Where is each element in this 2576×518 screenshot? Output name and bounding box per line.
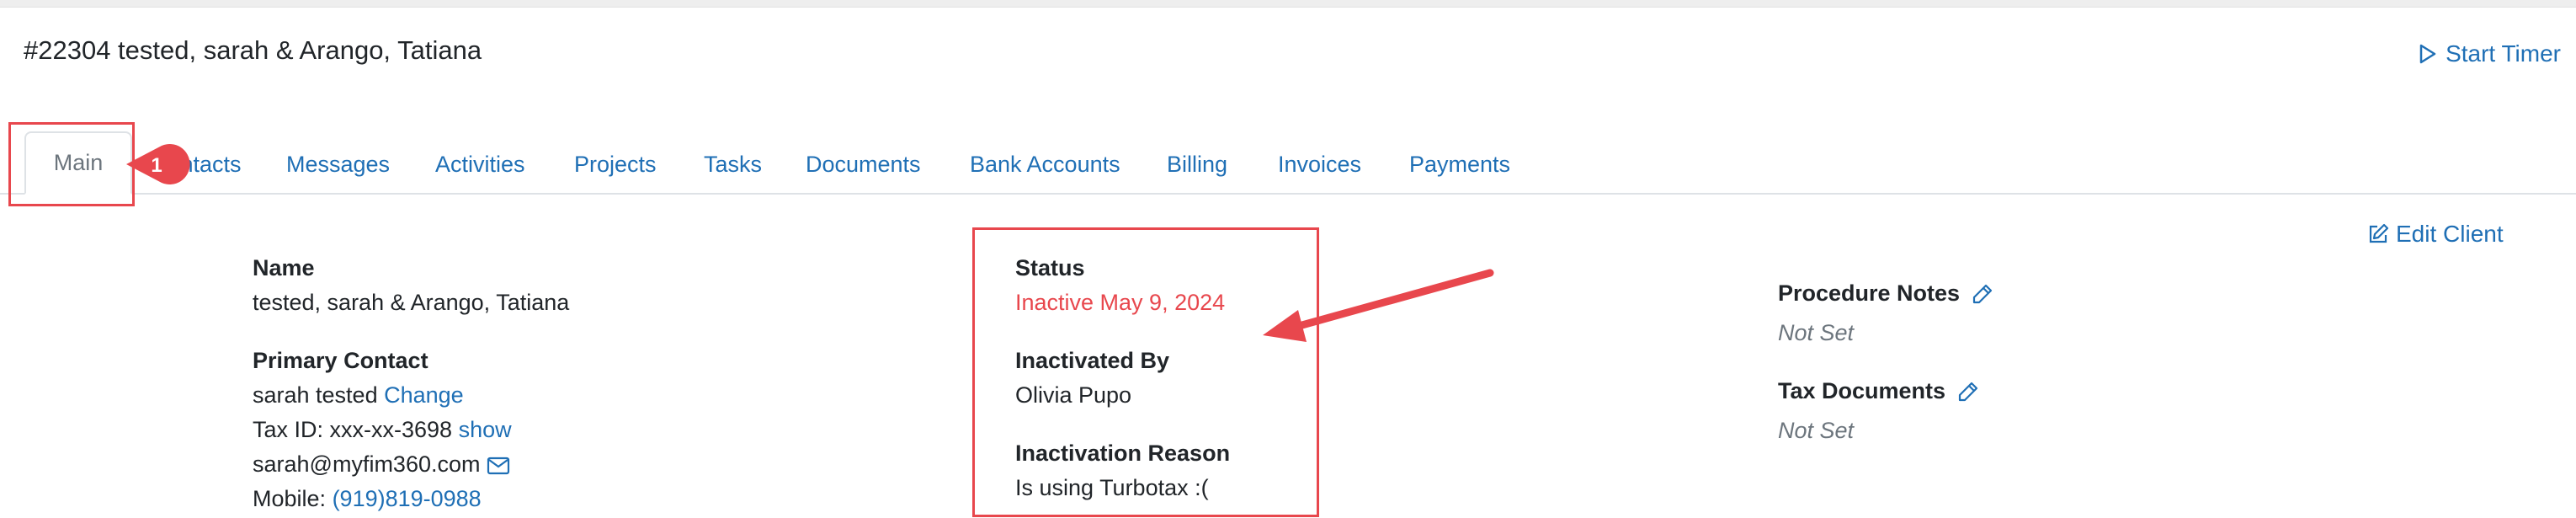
mobile-phone-link[interactable]: (919)819-0988 [333, 486, 482, 511]
tabs-divider [0, 193, 2576, 195]
tab-invoices[interactable]: Invoices [1278, 152, 1361, 178]
tab-payments[interactable]: Payments [1409, 152, 1510, 178]
envelope-icon[interactable] [487, 457, 510, 475]
show-tax-id-link[interactable]: show [459, 417, 512, 442]
edit-client-button[interactable]: Edit Client [2367, 221, 2504, 248]
change-contact-link[interactable]: Change [384, 382, 464, 408]
inactivation-reason-label: Inactivation Reason [1015, 441, 1231, 466]
status-value: Inactive May 9, 2024 [1015, 290, 1226, 315]
tab-projects[interactable]: Projects [574, 152, 657, 178]
play-icon [2419, 44, 2436, 64]
step-marker-number: 1 [151, 154, 162, 177]
inactivated-by-label: Inactivated By [1015, 348, 1170, 373]
tax-documents-value: Not Set [1778, 418, 1855, 443]
status-label: Status [1015, 255, 1085, 280]
inactivated-by-value: Olivia Pupo [1015, 382, 1132, 408]
tab-messages[interactable]: Messages [286, 152, 390, 178]
name-label: Name [253, 255, 315, 280]
email-row: sarah@myfim360.com [253, 451, 510, 478]
tab-activities[interactable]: Activities [435, 152, 525, 178]
annotation-highlight-main [8, 122, 135, 206]
pencil-icon[interactable] [1957, 381, 1979, 403]
step-marker-badge: 1 [126, 144, 190, 184]
tax-documents-label: Tax Documents [1778, 378, 1946, 403]
primary-contact-row: sarah tested Change [253, 382, 464, 409]
edit-square-icon [2369, 223, 2389, 243]
tax-id-value: Tax ID: xxx-xx-3698 [253, 417, 453, 442]
tab-bank-accounts[interactable]: Bank Accounts [970, 152, 1120, 178]
mobile-label: Mobile: [253, 486, 327, 511]
start-timer-button[interactable]: Start Timer [2419, 40, 2561, 67]
annotation-arrow [1263, 269, 1494, 342]
email-value: sarah@myfim360.com [253, 451, 481, 477]
primary-contact-label: Primary Contact [253, 348, 428, 373]
primary-contact-name: sarah tested [253, 382, 378, 408]
procedure-notes-value: Not Set [1778, 320, 1855, 345]
tab-documents[interactable]: Documents [806, 152, 921, 178]
procedure-notes-label: Procedure Notes [1778, 280, 1961, 306]
start-timer-label: Start Timer [2446, 40, 2561, 67]
edit-client-label: Edit Client [2396, 221, 2504, 247]
top-border [0, 0, 2576, 8]
tab-tasks[interactable]: Tasks [704, 152, 762, 178]
mobile-row: Mobile: (919)819-0988 [253, 486, 482, 512]
tab-billing[interactable]: Billing [1167, 152, 1227, 178]
tax-id-row: Tax ID: xxx-xx-3698 show [253, 417, 512, 443]
page-title: #22304 tested, sarah & Arango, Tatiana [24, 35, 482, 65]
name-value: tested, sarah & Arango, Tatiana [253, 290, 570, 315]
inactivation-reason-value: Is using Turbotax :( [1015, 475, 1209, 500]
procedure-notes-header: Procedure Notes [1778, 280, 1993, 307]
tax-documents-header: Tax Documents [1778, 378, 1979, 404]
pencil-icon[interactable] [1972, 283, 1993, 305]
